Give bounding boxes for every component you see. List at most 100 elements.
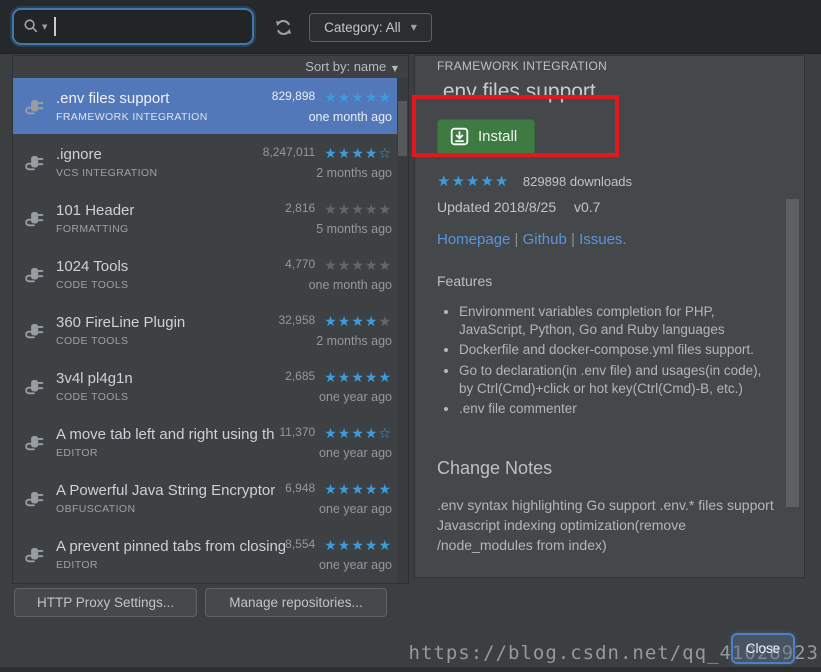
toolbar: ▼ Category: All ▼ — [0, 0, 821, 54]
plugin-rating: ★★★★★ — [324, 481, 392, 498]
plugin-rating: ★★★★★ — [324, 89, 392, 106]
install-button-label: Install — [478, 128, 517, 145]
refresh-icon — [272, 16, 295, 39]
plugin-updated-ago: one year ago — [285, 390, 392, 404]
sort-chevron-down-icon: ▼ — [392, 64, 398, 73]
plugin-row[interactable]: A prevent pinned tabs from closing EDITO… — [13, 526, 408, 582]
change-notes-heading: Change Notes — [437, 458, 774, 479]
plugin-name: 360 FireLine Plugin — [56, 314, 278, 331]
plugin-name: 1024 Tools — [56, 258, 285, 275]
plugin-downloads: 2,816 — [285, 201, 315, 215]
plugin-downloads: 829,898 — [272, 89, 315, 103]
plugin-icon — [23, 262, 49, 286]
link-issues[interactable]: Issues — [579, 231, 622, 248]
link-separator: | — [567, 231, 579, 248]
search-options-arrow-icon[interactable]: ▼ — [42, 23, 47, 31]
plugin-list: .env files support FRAMEWORK INTEGRATION… — [13, 78, 408, 583]
search-input[interactable] — [56, 18, 252, 36]
plugin-category: VCS INTEGRATION — [56, 167, 263, 179]
detail-version-text: v0.7 — [574, 199, 600, 215]
plugin-icon — [23, 486, 49, 510]
plugin-updated-ago: one year ago — [285, 502, 392, 516]
plugin-category: CODE TOOLS — [56, 279, 285, 291]
plugin-updated-ago: one year ago — [279, 446, 392, 460]
sort-dropdown-label: Sort by: name — [305, 59, 386, 74]
plugin-row[interactable]: 3v4l pl4g1n CODE TOOLS 2,685 ★★★★★ one ye… — [13, 358, 408, 414]
plugin-downloads: 8,554 — [285, 537, 315, 551]
plugin-icon — [23, 94, 49, 118]
http-proxy-settings-button[interactable]: HTTP Proxy Settings... — [14, 588, 197, 617]
plugin-name: A Powerful Java String Encryptor — [56, 482, 285, 499]
manage-repositories-button[interactable]: Manage repositories... — [205, 588, 387, 617]
plugin-updated-ago: 2 months ago — [278, 334, 392, 348]
list-scrollbar[interactable] — [397, 78, 408, 583]
search-field[interactable]: ▼ — [12, 8, 254, 45]
plugin-row[interactable]: 101 Header FORMATTING 2,816★★★★★ 5 month… — [13, 190, 408, 246]
detail-plugin-title: .env files support — [437, 80, 774, 104]
sort-dropdown[interactable]: Sort by: name ▼ — [13, 56, 408, 78]
plugin-category: CODE TOOLS — [56, 391, 285, 403]
plugin-icon — [23, 318, 49, 342]
plugin-detail-panel: FRAMEWORK INTEGRATION .env files support… — [414, 55, 805, 578]
category-dropdown[interactable]: Category: All ▼ — [309, 13, 432, 42]
plugin-updated-ago: 5 months ago — [285, 222, 392, 236]
plugin-name: .ignore — [56, 146, 263, 163]
search-icon — [23, 18, 40, 35]
plugin-name: 101 Header — [56, 202, 285, 219]
detail-scrollbar-thumb[interactable] — [786, 199, 799, 507]
plugin-list-panel: Sort by: name ▼ .env files support FRAME… — [12, 55, 409, 584]
plugin-row[interactable]: A Powerful Java String Encryptor OBFUSCA… — [13, 470, 408, 526]
plugin-name: A prevent pinned tabs from closing — [56, 538, 285, 555]
plugin-downloads: 8,247,011 — [263, 145, 316, 159]
plugin-icon — [23, 374, 49, 398]
install-button[interactable]: Install — [437, 119, 535, 155]
plugin-category: EDITOR — [56, 447, 279, 459]
plugin-category: EDITOR — [56, 559, 285, 571]
plugin-rating: ★★★★★ — [324, 537, 392, 554]
plugin-updated-ago: one year ago — [285, 558, 392, 572]
plugin-row[interactable]: .ignore VCS INTEGRATION 8,247,011★★★★☆ 2… — [13, 134, 408, 190]
plugin-icon — [23, 206, 49, 230]
feature-item: .env file commenter — [459, 400, 774, 418]
download-icon — [450, 127, 469, 146]
plugin-row[interactable]: A move tab left and right using th EDITO… — [13, 414, 408, 470]
features-heading: Features — [437, 273, 774, 289]
plugin-updated-ago: 2 months ago — [263, 166, 392, 180]
plugin-rating: ★★★★★ — [324, 257, 392, 274]
plugin-rating: ★★★★★ — [324, 369, 392, 386]
plugin-downloads: 32,958 — [278, 313, 315, 327]
list-scrollbar-thumb[interactable] — [398, 101, 407, 156]
plugin-browser-dialog: ▼ Category: All ▼ Sort by: name ▼ — [0, 0, 821, 672]
plugin-name: 3v4l pl4g1n — [56, 370, 285, 387]
feature-item: Go to declaration(in .env file) and usag… — [459, 362, 774, 398]
plugin-row[interactable]: .env files support FRAMEWORK INTEGRATION… — [13, 78, 408, 134]
plugin-updated-ago: one month ago — [272, 110, 392, 124]
plugin-row[interactable]: 360 FireLine Plugin CODE TOOLS 32,958 ★★★… — [13, 302, 408, 358]
plugin-downloads: 2,685 — [285, 369, 315, 383]
plugin-category: CODE TOOLS — [56, 335, 278, 347]
dialog-bottom-edge — [0, 667, 821, 672]
plugin-row[interactable]: 1024 Tools CODE TOOLS 4,770★★★★★ one mon… — [13, 246, 408, 302]
feature-item: Dockerfile and docker-compose.yml files … — [459, 341, 774, 359]
plugin-category: OBFUSCATION — [56, 503, 285, 515]
plugin-downloads: 4,770 — [285, 257, 315, 271]
plugin-icon — [23, 430, 49, 454]
plugin-downloads: 11,370 — [279, 425, 315, 439]
plugin-icon — [23, 542, 49, 566]
detail-downloads-count: 829898 downloads — [523, 174, 632, 189]
link-separator: | — [510, 231, 522, 248]
detail-category-label: FRAMEWORK INTEGRATION — [437, 59, 774, 73]
link-homepage[interactable]: Homepage — [437, 231, 510, 248]
plugin-category: FRAMEWORK INTEGRATION — [56, 111, 272, 123]
plugin-name: .env files support — [56, 90, 272, 107]
refresh-button[interactable] — [270, 14, 296, 40]
plugin-rating: ★★★★★ — [324, 313, 392, 330]
link-github[interactable]: Github — [523, 231, 567, 248]
category-dropdown-label: Category: All — [324, 20, 401, 35]
plugin-downloads: 6,948 — [285, 481, 315, 495]
plugin-rating: ★★★★☆ — [324, 425, 392, 442]
change-notes-text: .env syntax highlighting Go support .env… — [437, 496, 774, 555]
close-button[interactable]: Close — [731, 633, 795, 664]
links-suffix: . — [622, 231, 626, 248]
plugin-rating: ★★★★★ — [324, 201, 392, 218]
